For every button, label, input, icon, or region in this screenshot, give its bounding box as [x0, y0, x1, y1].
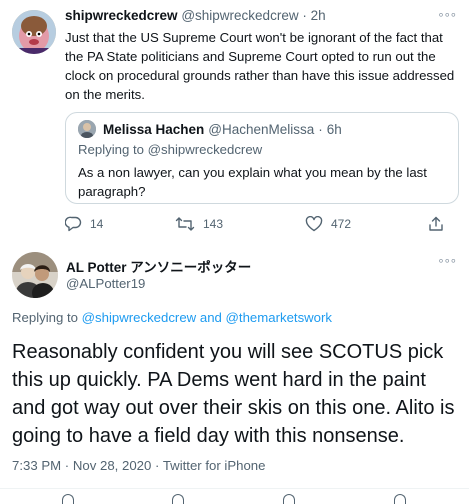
tweet2-date[interactable]: Nov 28, 2020 — [73, 458, 151, 473]
mention-link-shipwreckedcrew[interactable]: @shipwreckedcrew — [82, 310, 197, 325]
like-button[interactable]: 472 — [305, 216, 351, 232]
tweet2-replying-to: Replying to @shipwreckedcrew and @themar… — [12, 310, 332, 325]
tweet2-more-icon[interactable]: °°° — [438, 256, 457, 271]
divider — [0, 488, 469, 489]
tweet2-text: Reasonably confident you will see SCOTUS… — [12, 341, 455, 447]
quoted-tweet-header: Melissa Hachen @HachenMelissa · 6h — [78, 120, 342, 138]
mention-link-themarketswork[interactable]: @themarketswork — [226, 310, 332, 325]
tweet1-action-bar: 14 143 472 — [65, 216, 460, 234]
reply-icon[interactable] — [62, 494, 74, 504]
reply-count: 14 — [90, 217, 104, 231]
tweet1-text: Just that the US Supreme Court won't be … — [65, 30, 455, 102]
tweet1-author-handle[interactable]: @shipwreckedcrew — [181, 8, 298, 23]
retweet-icon[interactable] — [172, 494, 184, 504]
quoted-replying-prefix: Replying to — [78, 142, 144, 157]
alpotter-avatar[interactable] — [12, 252, 58, 298]
retweet-button[interactable]: 143 — [175, 216, 223, 232]
quoted-author-avatar — [78, 120, 96, 138]
quoted-replying-handle: @shipwreckedcrew — [147, 142, 263, 157]
tweet1-time[interactable]: 2h — [311, 8, 326, 23]
tweet2-author-handle[interactable]: @ALPotter19 — [66, 276, 145, 291]
meta-separator-2: · — [155, 458, 160, 473]
tweet2-source[interactable]: Twitter for iPhone — [163, 458, 266, 473]
tweet2-action-bar-partial — [0, 494, 469, 504]
quoted-dot-separator: · — [318, 121, 323, 137]
share-icon — [429, 216, 443, 231]
retweet-icon — [175, 217, 195, 231]
shipwreckedcrew-avatar[interactable] — [12, 10, 56, 54]
tweet1-dot-separator: · — [302, 8, 307, 23]
share-icon[interactable] — [394, 494, 406, 504]
quoted-replying-to: Replying to @shipwreckedcrew — [78, 142, 262, 157]
quoted-author-name: Melissa Hachen — [103, 121, 205, 137]
tweet2-time[interactable]: 7:33 PM — [12, 458, 61, 473]
tweet2-replying-prefix: Replying to — [12, 310, 78, 325]
quoted-time: 6h — [326, 121, 342, 137]
tweet2-meta: 7:33 PM · Nov 28, 2020 · Twitter for iPh… — [12, 458, 265, 473]
like-count: 472 — [331, 217, 352, 231]
heart-icon[interactable] — [283, 494, 295, 504]
quoted-tweet[interactable]: Melissa Hachen @HachenMelissa · 6h Reply… — [65, 112, 459, 204]
meta-separator-1: · — [64, 458, 70, 473]
retweet-count: 143 — [203, 217, 224, 231]
reply-icon — [65, 216, 82, 232]
quoted-tweet-text: As a non lawyer, can you explain what yo… — [78, 165, 427, 199]
tweet1-author-name[interactable]: shipwreckedcrew — [65, 8, 178, 23]
share-button[interactable] — [428, 216, 452, 232]
reply-button[interactable]: 14 — [65, 216, 103, 232]
replying-and[interactable]: and — [200, 310, 222, 325]
tweet1-more-icon[interactable]: °°° — [438, 10, 457, 25]
heart-icon — [305, 216, 323, 232]
tweet1-header: shipwreckedcrew @shipwreckedcrew · 2h — [65, 8, 326, 23]
quoted-author-handle: @HachenMelissa — [208, 121, 315, 137]
tweet2-author-name[interactable]: AL Potter アンソニーポッター — [66, 256, 251, 276]
